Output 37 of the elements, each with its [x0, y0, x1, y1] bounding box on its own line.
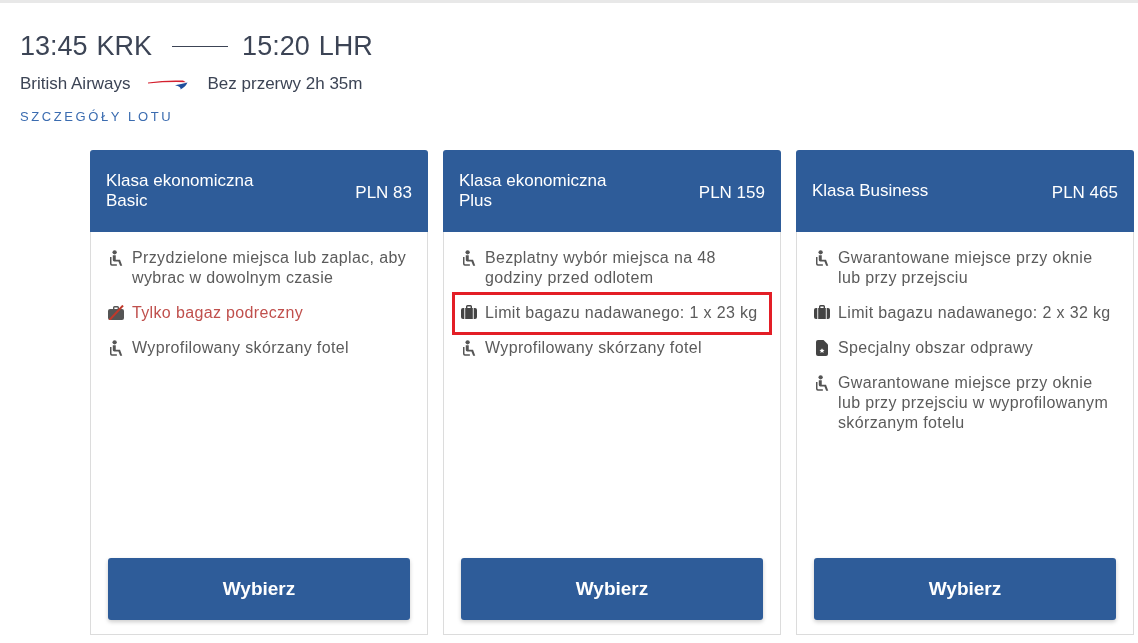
fare-price: PLN 83 [355, 183, 412, 203]
fare-title: Klasa ekonomiczna Plus [459, 171, 608, 211]
feature-text: Wyprofilowany skórzany fotel [485, 338, 702, 358]
fare-title: Klasa ekonomiczna Basic [106, 171, 255, 211]
airline-name: British Airways [20, 73, 131, 95]
star-document-icon [816, 340, 828, 356]
fare-price: PLN 159 [698, 183, 765, 203]
seated-person-icon [462, 340, 476, 357]
seated-person-icon [109, 250, 123, 267]
flight-details-link[interactable]: SZCZEGÓŁY LOTU [20, 109, 174, 124]
select-button[interactable]: Wybierz [814, 558, 1116, 620]
suitcase-icon [461, 305, 477, 319]
feature-text: Bezplatny wybór miejsca na 48 godziny przed odlotem [485, 248, 717, 288]
flight-duration: Bez przerwy 2h 35m [207, 73, 363, 95]
select-button[interactable]: Wybierz [108, 558, 410, 620]
seated-person-icon [109, 340, 123, 357]
seated-person-icon [815, 250, 829, 267]
feature-text: Gwarantowane miejsce przy oknie lub przy przejsciu [838, 248, 1094, 288]
feature-text: Limit bagazu nadawanego: 2 x 32 kg [838, 303, 1111, 323]
departure-airport: KRK [96, 30, 153, 62]
fare-price: PLN 465 [1051, 183, 1118, 203]
arrival-time: 15:20 [242, 30, 310, 62]
feature-text: Specjalny obszar odprawy [838, 338, 1034, 358]
arrival-airport: LHR [318, 30, 373, 62]
feature-text: Wyprofilowany skórzany fotel [132, 338, 349, 358]
departure-time: 13:45 [20, 30, 88, 62]
crossed-suitcase-icon [108, 305, 124, 320]
seated-person-icon [815, 375, 829, 392]
seated-person-icon [462, 250, 476, 267]
suitcase-icon [814, 305, 830, 319]
select-button[interactable]: Wybierz [461, 558, 763, 620]
airline-logo-icon [147, 78, 188, 90]
feature-text: Tylko bagaz podreczny [132, 303, 303, 323]
feature-text: Limit bagazu nadawanego: 1 x 23 kg [485, 303, 758, 323]
feature-text: Przydzielone miejsca lub zaplac, aby wybrac w dowolnym czasie [132, 248, 408, 288]
feature-text: Gwarantowane miejsce przy oknie lub przy przejsciu w wyprofilowanym skórzanym fotelu [838, 373, 1110, 433]
fare-title: Klasa Business [812, 181, 929, 201]
